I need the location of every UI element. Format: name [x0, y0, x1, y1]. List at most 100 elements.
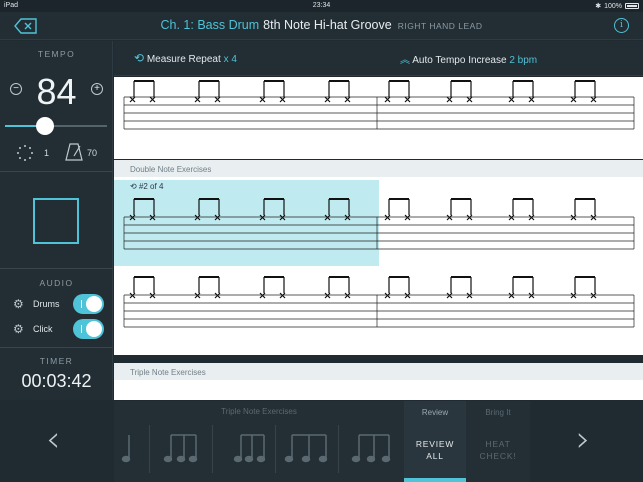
hihat-note [528, 292, 535, 299]
hihat-note [214, 214, 221, 221]
hihat-note [324, 292, 331, 299]
drums-settings-icon[interactable]: ⚙ [13, 298, 24, 310]
hihat-note [214, 96, 221, 103]
divider [0, 171, 113, 172]
hihat-note [570, 292, 577, 299]
hihat-note [384, 96, 391, 103]
hihat-note [466, 292, 473, 299]
hihat-note [508, 96, 515, 103]
hihat-note [279, 214, 286, 221]
review-selected-indicator [404, 478, 466, 482]
hihat-note [590, 292, 597, 299]
section-header-triple: Triple Note Exercises [114, 363, 643, 380]
hihat-note [129, 214, 136, 221]
metronome-icon[interactable] [64, 142, 84, 164]
info-icon[interactable]: i [614, 18, 629, 33]
hihat-note [259, 96, 266, 103]
clock: 23:34 [312, 2, 331, 9]
beat-indicator [33, 198, 79, 244]
hihat-note [570, 96, 577, 103]
exercise-navigator: ‹ Triple Note Exercises Review REVIEW AL… [0, 401, 643, 482]
click-toggle[interactable] [73, 319, 104, 339]
auto-tempo-control[interactable]: ︽ Auto Tempo Increase 2 bpm [400, 51, 537, 66]
staff-1 [123, 80, 635, 130]
hihat-note [149, 214, 156, 221]
chevron-up-double-icon: ︽ [400, 55, 410, 66]
count-in-value: 1 [44, 148, 50, 158]
metronome-value: 70 [87, 148, 98, 158]
hihat-note [404, 96, 411, 103]
status-bar: iPad 23:34 ✱ 100% [0, 0, 643, 12]
divider [0, 268, 113, 269]
bluetooth-icon: ✱ [595, 3, 602, 10]
bring-it-caption: Bring It [485, 408, 511, 417]
hihat-note [129, 292, 136, 299]
timer-value: 00:03:42 [21, 371, 92, 391]
hihat-note [149, 292, 156, 299]
hihat-note [590, 96, 597, 103]
section-header-double: Double Note Exercises [114, 160, 643, 177]
click-settings-icon[interactable]: ⚙ [13, 323, 24, 335]
audio-label: AUDIO [39, 278, 74, 288]
hihat-note [466, 96, 473, 103]
hihat-note [508, 214, 515, 221]
heat-check-button[interactable]: Bring It HEAT CHECK! [466, 401, 530, 482]
chevron-left-icon[interactable]: ‹ [46, 419, 60, 460]
toggle-on-mark [81, 325, 82, 333]
hihat-note [344, 292, 351, 299]
page-title: Ch. 1: Bass Drum 8th Note Hi-hat Groove RI… [0, 18, 643, 32]
hihat-note [324, 214, 331, 221]
hihat-note [528, 96, 535, 103]
hihat-note [279, 292, 286, 299]
hihat-note [344, 214, 351, 221]
heat-check-label-1: HEAT [485, 439, 511, 449]
tempo-increase-button[interactable]: + [91, 83, 103, 95]
notation-row-3 [114, 380, 643, 400]
hihat-note [508, 292, 515, 299]
hihat-note [384, 214, 391, 221]
hihat-note [384, 292, 391, 299]
hihat-note [279, 96, 286, 103]
hihat-note [259, 292, 266, 299]
measure-repeat-control[interactable]: ⟲ Measure Repeat x 4 [134, 51, 237, 65]
hihat-note [466, 214, 473, 221]
thumbnail-notes [121, 434, 391, 463]
count-in-icon[interactable] [16, 144, 34, 164]
practice-toolbar: ⟲ Measure Repeat x 4 ︽ Auto Tempo Increa… [114, 41, 643, 76]
chevron-right-icon[interactable]: › [576, 419, 590, 460]
hihat-note [570, 214, 577, 221]
tray-section-label: Triple Note Exercises [221, 407, 297, 416]
hihat-note [194, 292, 201, 299]
divider [0, 347, 113, 348]
review-caption: Review [421, 408, 449, 417]
drums-toggle[interactable] [73, 294, 104, 314]
auto-tempo-value: 2 bpm [509, 55, 538, 66]
tempo-label: TEMPO [37, 49, 76, 59]
heat-check-label-2: CHECK! [479, 451, 517, 461]
battery-percent: 100% [604, 2, 622, 10]
staff-2 [123, 198, 635, 328]
hihat-note [404, 292, 411, 299]
exercise-subtitle: RIGHT HAND LEAD [397, 21, 483, 31]
hihat-note [194, 96, 201, 103]
hihat-note [149, 96, 156, 103]
toggle-on-mark [81, 300, 82, 308]
tempo-slider-handle[interactable] [36, 117, 54, 135]
measure-repeat-count: x 4 [223, 54, 237, 65]
hihat-note [404, 214, 411, 221]
repeat-icon: ⟲ [134, 51, 145, 65]
review-all-button[interactable]: Review REVIEW ALL [404, 401, 466, 482]
hihat-note [324, 96, 331, 103]
review-label-1: REVIEW [415, 439, 455, 449]
notation-row-1 [114, 77, 643, 147]
chapter-title: Ch. 1: Bass Drum [160, 18, 260, 32]
hihat-note [446, 292, 453, 299]
header: Ch. 1: Bass Drum 8th Note Hi-hat Groove RI… [0, 12, 643, 40]
control-sidebar: TEMPO − 84 + 1 70 AUDIO ⚙ Drums ⚙ Click … [0, 41, 113, 400]
timer-label: TIMER [39, 356, 74, 366]
hihat-note [129, 96, 136, 103]
measure-repeat-label: Measure Repeat [146, 54, 221, 65]
exercise-title: 8th Note Hi-hat Groove [263, 18, 392, 32]
drums-label: Drums [33, 299, 60, 309]
hihat-note [528, 214, 535, 221]
